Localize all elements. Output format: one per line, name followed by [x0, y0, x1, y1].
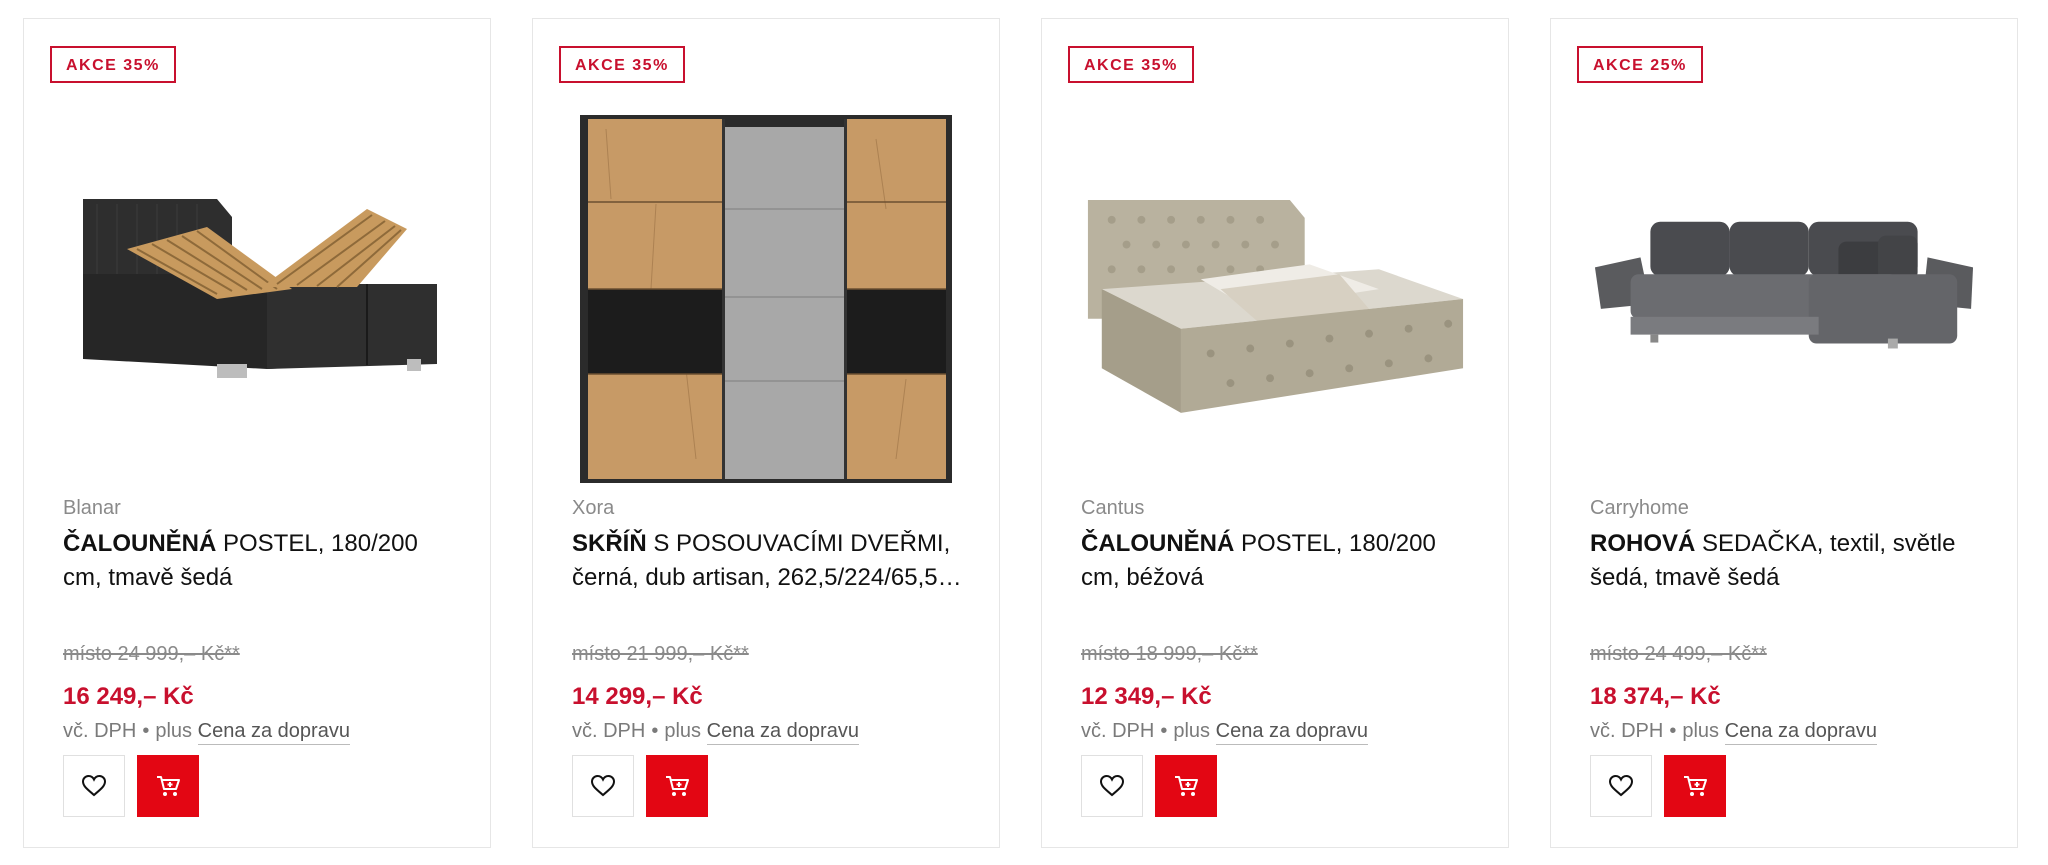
- current-price: 12 349,– Kč: [1081, 683, 1212, 710]
- add-to-cart-button[interactable]: [646, 755, 708, 817]
- product-card[interactable]: AKCE 35%: [532, 18, 1000, 848]
- tax-info: vč. DPH • plus Cena za dopravu: [1081, 720, 1368, 745]
- product-title-bold: ČALOUNĚNÁ: [1081, 530, 1235, 557]
- heart-icon: [1608, 774, 1634, 797]
- product-card[interactable]: AKCE 35%: [23, 18, 491, 848]
- wishlist-button[interactable]: [1590, 755, 1652, 817]
- tax-label: vč. DPH: [1081, 720, 1155, 742]
- product-brand: Xora: [572, 497, 615, 519]
- product-card[interactable]: AKCE 25% Carryhome ROHOVÁ SEDAČKA, texti…: [1550, 18, 2018, 848]
- product-title[interactable]: SKŘÍŇ S POSOUVACÍMI DVEŘMI, černá, dub a…: [572, 527, 972, 595]
- tax-info: vč. DPH • plus Cena za dopravu: [63, 720, 350, 745]
- plus-label: plus: [664, 720, 702, 742]
- separator-dot: •: [651, 720, 659, 742]
- add-to-cart-button[interactable]: [1155, 755, 1217, 817]
- separator-dot: •: [142, 720, 150, 742]
- add-to-cart-button[interactable]: [137, 755, 199, 817]
- old-price: místo 24 999,– Kč**: [63, 643, 240, 665]
- product-brand: Carryhome: [1590, 497, 1689, 519]
- product-image[interactable]: [64, 99, 450, 499]
- product-image[interactable]: [1591, 99, 1977, 499]
- wishlist-button[interactable]: [1081, 755, 1143, 817]
- discount-badge: AKCE 35%: [50, 46, 176, 83]
- current-price: 16 249,– Kč: [63, 683, 194, 710]
- product-title-bold: ROHOVÁ: [1590, 530, 1696, 557]
- tax-label: vč. DPH: [1590, 720, 1664, 742]
- tax-label: vč. DPH: [572, 720, 646, 742]
- product-card[interactable]: AKCE 35% Cantus ČALOUNĚNÁ POSTEL, 180/20…: [1041, 18, 1509, 848]
- tax-info: vč. DPH • plus Cena za dopravu: [572, 720, 859, 745]
- old-price: místo 21 999,– Kč**: [572, 643, 749, 665]
- shipping-price-link[interactable]: Cena za dopravu: [1215, 720, 1368, 745]
- plus-label: plus: [1173, 720, 1211, 742]
- wishlist-button[interactable]: [572, 755, 634, 817]
- product-image[interactable]: [1082, 99, 1468, 499]
- shipping-price-link[interactable]: Cena za dopravu: [706, 720, 859, 745]
- heart-icon: [1099, 774, 1125, 797]
- heart-icon: [590, 774, 616, 797]
- old-price: místo 18 999,– Kč**: [1081, 643, 1258, 665]
- add-to-cart-button[interactable]: [1664, 755, 1726, 817]
- shipping-price-link[interactable]: Cena za dopravu: [1724, 720, 1877, 745]
- tax-label: vč. DPH: [63, 720, 137, 742]
- product-title[interactable]: ČALOUNĚNÁ POSTEL, 180/200 cm, béžová: [1081, 527, 1481, 595]
- cart-icon: [1175, 776, 1198, 796]
- cart-icon: [157, 776, 180, 796]
- old-price: místo 24 499,– Kč**: [1590, 643, 1767, 665]
- current-price: 18 374,– Kč: [1590, 683, 1721, 710]
- separator-dot: •: [1669, 720, 1677, 742]
- discount-badge: AKCE 35%: [1068, 46, 1194, 83]
- discount-badge: AKCE 25%: [1577, 46, 1703, 83]
- product-title[interactable]: ČALOUNĚNÁ POSTEL, 180/200 cm, tmavě šedá: [63, 527, 463, 595]
- product-title-bold: ČALOUNĚNÁ: [63, 530, 217, 557]
- plus-label: plus: [1682, 720, 1720, 742]
- discount-badge: AKCE 35%: [559, 46, 685, 83]
- upholstered-bed-beige-image: [1087, 200, 1464, 413]
- product-title-bold: SKŘÍŇ: [572, 530, 647, 557]
- product-brand: Blanar: [63, 497, 121, 519]
- current-price: 14 299,– Kč: [572, 683, 703, 710]
- upholstered-bed-dark-grey-image: [83, 199, 437, 378]
- product-grid: AKCE 35% Blanar ČALOUNĚNÁ POSTEL, 180/20…: [0, 0, 2048, 865]
- shipping-price-link[interactable]: Cena za dopravu: [197, 720, 350, 745]
- product-title[interactable]: ROHOVÁ SEDAČKA, textil, světle šedá, tma…: [1590, 527, 1990, 595]
- product-image[interactable]: [573, 99, 959, 499]
- sliding-wardrobe-image: [580, 115, 952, 483]
- product-brand: Cantus: [1081, 497, 1145, 519]
- cart-icon: [1684, 776, 1707, 796]
- heart-icon: [81, 774, 107, 797]
- corner-sofa-image: [1594, 221, 1974, 349]
- cart-icon: [666, 776, 689, 796]
- wishlist-button[interactable]: [63, 755, 125, 817]
- separator-dot: •: [1160, 720, 1168, 742]
- tax-info: vč. DPH • plus Cena za dopravu: [1590, 720, 1877, 745]
- plus-label: plus: [155, 720, 193, 742]
